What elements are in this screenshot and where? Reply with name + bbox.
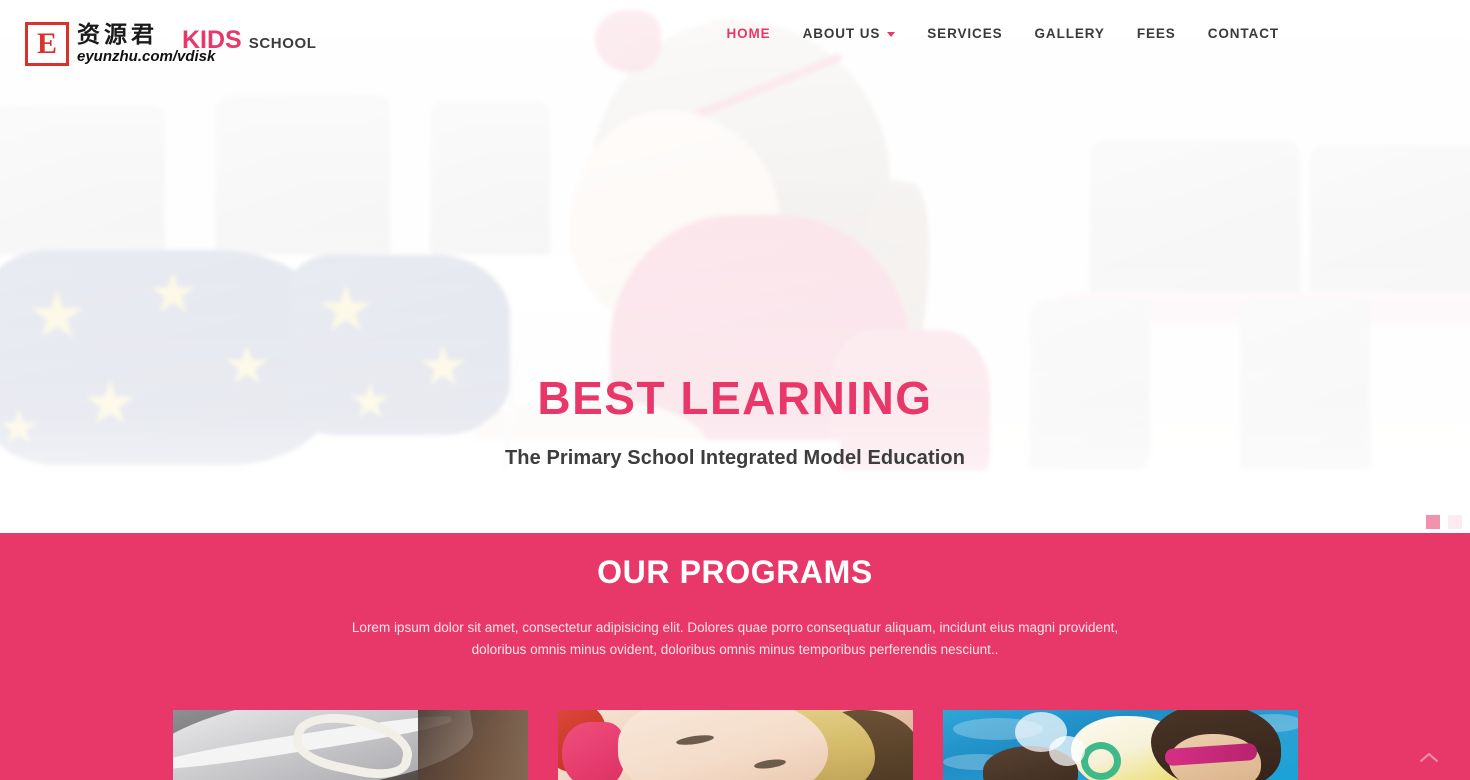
program-card-2[interactable]: [558, 710, 913, 780]
program-card-3-image: [943, 710, 1298, 780]
carousel-indicator-1[interactable]: [1426, 515, 1440, 529]
program-cards: [173, 710, 1298, 780]
scroll-to-top-button[interactable]: [1416, 744, 1442, 770]
program-card-1-image: [173, 710, 528, 780]
site-header: KIDS SCHOOL HOME ABOUT US SERVICES GALLE…: [0, 0, 1470, 72]
nav-item-gallery-label: GALLERY: [1034, 26, 1105, 41]
programs-section: OUR PROGRAMS Lorem ipsum dolor sit amet,…: [0, 533, 1470, 780]
hero-title: BEST LEARNING: [537, 372, 933, 424]
nav-item-about-us[interactable]: ABOUT US: [787, 26, 912, 41]
carousel-indicator-2[interactable]: [1448, 515, 1462, 529]
nav-item-fees-label: FEES: [1136, 26, 1176, 41]
nav-item-contact[interactable]: CONTACT: [1192, 26, 1295, 41]
programs-description: Lorem ipsum dolor sit amet, consectetur …: [351, 620, 1119, 657]
nav-item-home-label: HOME: [726, 26, 771, 41]
nav-item-services-label: SERVICES: [927, 26, 1003, 41]
nav-item-about-us-label: ABOUT US: [802, 26, 881, 41]
hero-text-block: BEST LEARNING The Primary School Integra…: [0, 372, 1470, 470]
nav-item-fees[interactable]: FEES: [1121, 26, 1192, 41]
hero-subtitle: The Primary School Integrated Model Educ…: [504, 446, 966, 469]
nav-item-gallery[interactable]: GALLERY: [1019, 26, 1121, 41]
page-root: BEST LEARNING The Primary School Integra…: [0, 0, 1470, 780]
program-card-3[interactable]: [943, 710, 1298, 780]
programs-title: OUR PROGRAMS: [597, 554, 873, 590]
carousel-indicators[interactable]: [1426, 515, 1462, 529]
program-card-1[interactable]: [173, 710, 528, 780]
program-card-2-image: [558, 710, 913, 780]
site-logo-secondary: SCHOOL: [248, 35, 317, 52]
site-logo[interactable]: KIDS SCHOOL: [182, 26, 317, 55]
nav-item-home[interactable]: HOME: [710, 26, 786, 41]
hero-section: BEST LEARNING The Primary School Integra…: [0, 0, 1470, 533]
nav-item-services[interactable]: SERVICES: [911, 26, 1018, 41]
chevron-down-icon: [887, 32, 896, 37]
main-navigation: HOME ABOUT US SERVICES GALLERY FEES CONT…: [710, 26, 1295, 41]
site-logo-primary: KIDS: [182, 26, 242, 54]
chevron-up-icon: [1420, 753, 1438, 762]
nav-item-contact-label: CONTACT: [1207, 26, 1279, 41]
